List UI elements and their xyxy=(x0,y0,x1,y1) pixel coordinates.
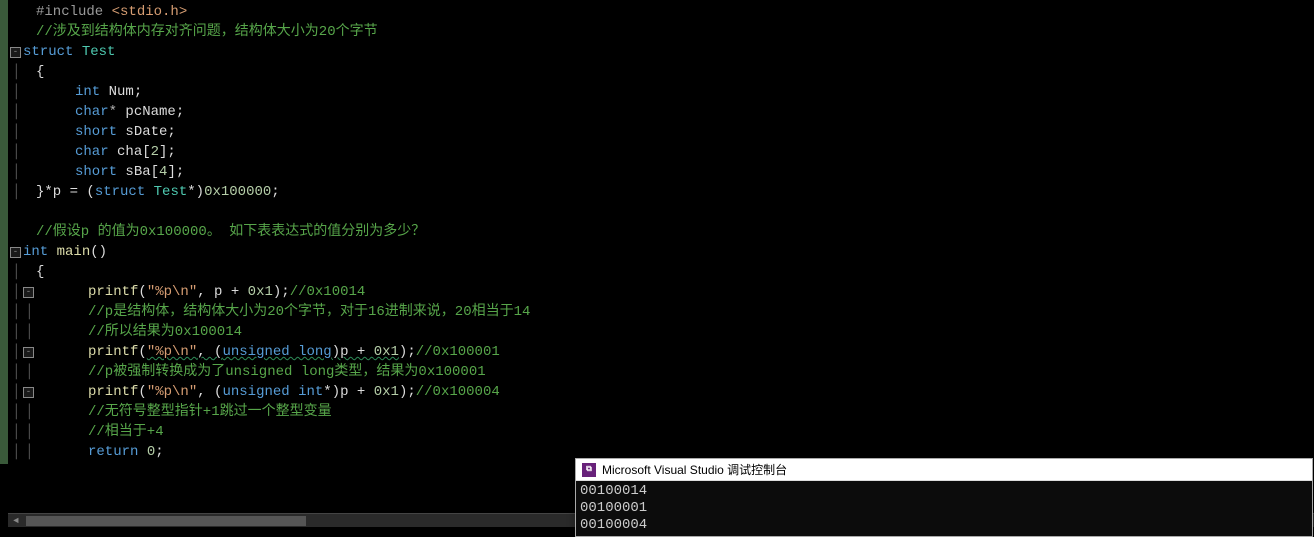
code-line[interactable]: │-printf("%p\n", (unsigned long)p + 0x1)… xyxy=(10,342,1314,362)
type-keyword: short xyxy=(75,162,117,182)
code-line[interactable]: //假设p 的值为0x100000。 如下表表达式的值分别为多少？ xyxy=(10,222,1314,242)
pointer-op: * xyxy=(109,102,117,122)
code-line[interactable]: │}*p = (struct Test*)0x100000; xyxy=(10,182,1314,202)
comment: //相当于+4 xyxy=(88,422,164,442)
code-line[interactable]: ││//p被强制转换成为了unsigned long类型，结果为0x100001 xyxy=(10,362,1314,382)
comment: //0x100004 xyxy=(416,382,500,402)
code-line[interactable]: ││//所以结果为0x100014 xyxy=(10,322,1314,342)
code-line[interactable]: │short sDate; xyxy=(10,122,1314,142)
code-line[interactable]: ││//无符号整型指针+1跳过一个整型变量 xyxy=(10,402,1314,422)
console-titlebar[interactable]: ⧉ Microsoft Visual Studio 调试控制台 xyxy=(576,459,1312,481)
identifier: sBa[ xyxy=(117,162,159,182)
console-output[interactable]: 00100014 00100001 00100004 xyxy=(576,481,1312,536)
identifier: sDate; xyxy=(117,122,176,142)
string-literal: "%p\n" xyxy=(147,282,197,302)
code-line[interactable]: //涉及到结构体内存对齐问题，结构体大小为20个字节 xyxy=(10,22,1314,42)
string-literal: "%p\n" xyxy=(147,342,197,362)
type-name: Test xyxy=(73,42,115,62)
code-line[interactable] xyxy=(10,202,1314,222)
include-header: <stdio.h> xyxy=(103,2,187,22)
code-line[interactable]: │int Num; xyxy=(10,82,1314,102)
console-line: 00100004 xyxy=(580,517,1308,534)
function-call: printf xyxy=(88,382,138,402)
identifier: cha[ xyxy=(109,142,151,162)
brace: { xyxy=(36,262,44,282)
code-line[interactable]: ││//p是结构体，结构体大小为20个字节，对于16进制来说，20相当于14 xyxy=(10,302,1314,322)
function-name: main xyxy=(48,242,90,262)
fold-minus-icon[interactable]: - xyxy=(23,287,34,298)
comment: //所以结果为0x100014 xyxy=(88,322,242,342)
fold-minus-icon[interactable]: - xyxy=(23,347,34,358)
console-line: 00100014 xyxy=(580,483,1308,500)
number: 2 xyxy=(151,142,159,162)
code-line[interactable]: ││//相当于+4 xyxy=(10,422,1314,442)
code-editor[interactable]: #include <stdio.h> //涉及到结构体内存对齐问题，结构体大小为… xyxy=(0,0,1314,464)
identifier: Num; xyxy=(100,82,142,102)
code-line[interactable]: │{ xyxy=(10,62,1314,82)
code-line[interactable]: #include <stdio.h> xyxy=(10,2,1314,22)
type-keyword: int xyxy=(75,82,100,102)
identifier: pcName; xyxy=(117,102,184,122)
include-directive: #include xyxy=(36,2,103,22)
function-call: printf xyxy=(88,342,138,362)
editor-gutter xyxy=(0,0,8,464)
console-title: Microsoft Visual Studio 调试控制台 xyxy=(602,461,787,478)
type-keyword: char xyxy=(75,102,109,122)
keyword: struct xyxy=(23,42,73,62)
scrollbar-thumb[interactable] xyxy=(26,516,306,526)
code-line[interactable]: -struct Test xyxy=(10,42,1314,62)
code-area[interactable]: #include <stdio.h> //涉及到结构体内存对齐问题，结构体大小为… xyxy=(8,2,1314,462)
code-line[interactable]: │short sBa[4]; xyxy=(10,162,1314,182)
comment: //p被强制转换成为了unsigned long类型，结果为0x100001 xyxy=(88,362,486,382)
brace: { xyxy=(36,62,44,82)
string-literal: "%p\n" xyxy=(147,382,197,402)
comment: //假设p 的值为0x100000。 如下表表达式的值分别为多少？ xyxy=(36,222,425,242)
code-line[interactable]: │{ xyxy=(10,262,1314,282)
keyword: return xyxy=(88,442,138,462)
comment: //0x10014 xyxy=(290,282,366,302)
comment: //p是结构体，结构体大小为20个字节，对于16进制来说，20相当于14 xyxy=(88,302,530,322)
type-keyword: short xyxy=(75,122,117,142)
code-line[interactable]: │-printf("%p\n", p + 0x1);//0x10014 xyxy=(10,282,1314,302)
type-keyword: char xyxy=(75,142,109,162)
vs-icon: ⧉ xyxy=(582,463,596,477)
code-line[interactable]: -int main() xyxy=(10,242,1314,262)
function-call: printf xyxy=(88,282,138,302)
code-line[interactable]: │char* pcName; xyxy=(10,102,1314,122)
number: 4 xyxy=(159,162,167,182)
comment: //无符号整型指针+1跳过一个整型变量 xyxy=(88,402,332,422)
fold-minus-icon[interactable]: - xyxy=(23,387,34,398)
fold-minus-icon[interactable]: - xyxy=(10,247,21,258)
comment: //涉及到结构体内存对齐问题，结构体大小为20个字节 xyxy=(36,22,378,42)
console-line: 00100001 xyxy=(580,500,1308,517)
scroll-left-arrow-icon[interactable]: ◄ xyxy=(8,514,24,528)
fold-minus-icon[interactable]: - xyxy=(10,47,21,58)
debug-console-window[interactable]: ⧉ Microsoft Visual Studio 调试控制台 00100014… xyxy=(575,458,1313,537)
comment: //0x100001 xyxy=(416,342,500,362)
type-keyword: int xyxy=(23,242,48,262)
code-line[interactable]: │char cha[2]; xyxy=(10,142,1314,162)
code-line[interactable]: │-printf("%p\n", (unsigned int*)p + 0x1)… xyxy=(10,382,1314,402)
